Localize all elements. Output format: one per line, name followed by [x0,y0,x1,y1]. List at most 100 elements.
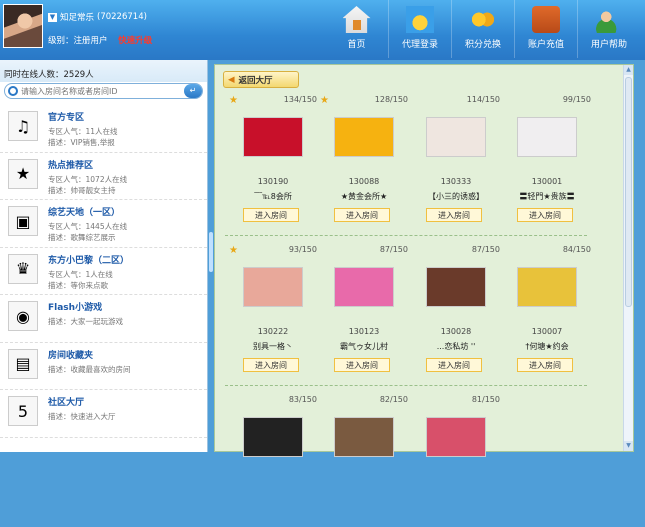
room-thumbnail[interactable] [243,267,303,307]
row-divider [225,235,587,236]
back-arrow-icon: ◀ [228,74,235,85]
room-name: 【小三的诱惑】 [428,192,484,201]
room-occupancy: 82/150 [379,395,408,404]
recommended-star-icon: ★ [229,245,238,256]
zone-title[interactable]: 社区大厅 [48,395,116,408]
room-thumbnail[interactable] [334,417,394,457]
room-id: 130088 [348,177,380,186]
enter-room-button[interactable]: 进入房间 [334,208,390,222]
room-thumbnail[interactable] [334,267,394,307]
nav-home[interactable]: 首页 [325,0,388,58]
zone-item[interactable]: ▣ 综艺天地（一区） 专区人气：1445人在线 描述：歌舞综艺展示 [0,200,207,248]
room-card[interactable]: 87/150 130123 霸气ゥ女儿村 进入房间 [320,245,412,377]
room-search: ↵ [4,83,203,99]
enter-room-button[interactable]: 进入房间 [517,208,573,222]
scrollbar-thumb[interactable] [625,77,632,307]
room-occupancy: 84/150 [562,245,591,254]
level-label: 级别：注册用户 [48,36,108,46]
room-name: 〓轻門★贵族〓 [519,192,575,201]
zone-description: 描述：等你来点歌 [48,280,108,290]
home-icon [342,6,371,33]
zone-info: 专区人气：1人在线 [48,269,113,279]
level-row: 级别：注册用户 快速升级 [48,34,152,46]
room-name: 别具一格丶 [253,342,293,351]
zone-item[interactable]: ▤ 房间收藏夹 描述：收藏最喜欢的房间 [0,343,207,390]
room-card[interactable]: ★ 93/150 130222 别具一格丶 进入房间 [229,245,321,377]
room-card[interactable]: 82/150 [320,395,412,527]
room-id: 130007 [531,327,563,336]
room-id: 130333 [440,177,472,186]
room-thumbnail[interactable] [517,267,577,307]
room-search-input[interactable] [21,86,181,96]
room-thumbnail[interactable] [334,117,394,157]
enter-room-button[interactable]: 进入房间 [426,358,482,372]
search-enter-icon[interactable]: ↵ [184,84,202,98]
vertical-scrollbar[interactable]: ▲ ▼ [623,65,633,451]
zone-info: 描述：收藏最喜欢的房间 [48,364,131,374]
zone-title[interactable]: 房间收藏夹 [48,348,131,361]
room-name: ﹋℡8会所 [254,192,292,201]
folder-icon: ▤ [8,348,38,379]
zone-title[interactable]: 官方专区 [48,110,118,123]
room-thumbnail[interactable] [243,417,303,457]
search-icon [8,86,18,96]
nav-help[interactable]: 用户帮助 [577,0,640,58]
nav-home-label: 首页 [347,40,366,50]
zone-item[interactable]: ◉ Flash小游戏 描述：大家一起玩游戏 [0,295,207,343]
room-thumbnail[interactable] [426,267,486,307]
enter-room-button[interactable]: 进入房间 [334,358,390,372]
username: 知足常乐 [60,13,95,23]
enter-room-button[interactable]: 进入房间 [517,358,573,372]
scroll-up-icon[interactable]: ▲ [624,65,633,75]
nav-help-label: 用户帮助 [590,40,627,50]
nav-agent-login-label: 代理登录 [401,40,438,50]
scroll-down-icon[interactable]: ▼ [624,441,633,451]
zone-item[interactable]: 5 社区大厅 描述：快速进入大厅 [0,390,207,438]
room-card[interactable]: 114/150 130333 【小三的诱惑】 进入房间 [412,95,504,227]
room-card[interactable]: 84/150 130007 †何塘★约会 进入房间 [503,245,595,377]
camera-icon: ▣ [8,206,38,236]
zone-title[interactable]: 热点推荐区 [48,158,127,171]
room-occupancy: 128/150 [374,95,408,104]
enter-room-button[interactable]: 进入房间 [243,208,299,222]
zone-info: 专区人气：11人在线 [48,127,118,136]
nav-recharge[interactable]: 账户充值 [514,0,577,58]
zone-info: 专区人气：1445人在线 [48,222,128,231]
zone-title[interactable]: 东方小巴黎（二区） [48,253,129,266]
room-card[interactable]: ★ 128/150 130088 ★黄金会所★ 进入房间 [320,95,412,227]
coins-icon [469,6,497,33]
room-card[interactable]: 83/150 [229,395,321,527]
zone-title[interactable]: Flash小游戏 [48,300,123,313]
zone-item[interactable]: ♫ 官方专区 专区人气：11人在线 描述：VIP销售,举报 [0,105,207,153]
room-thumbnail[interactable] [426,117,486,157]
room-id: 130123 [348,327,380,336]
quick-upgrade-link[interactable]: 快速升级 [118,36,152,46]
room-thumbnail[interactable] [517,117,577,157]
room-panel: ◀ 返回大厅 ★ 134/150 130190 ﹋℡8会所 进入房间 ★ 128/150 13… [214,64,634,457]
row-divider [225,385,587,386]
room-card[interactable]: 99/150 130001 〓轻門★贵族〓 进入房间 [503,95,595,227]
enter-room-button[interactable]: 进入房间 [426,208,482,222]
user-avatar[interactable] [3,4,43,48]
zone-item[interactable]: ♛ 东方小巴黎（二区） 专区人气：1人在线 描述：等你来点歌 [0,248,207,295]
room-card[interactable]: ★ 134/150 130190 ﹋℡8会所 进入房间 [229,95,321,227]
room-card[interactable]: 81/150 [412,395,504,527]
room-card[interactable]: 87/150 130028 ...恋私坊 '' 进入房间 [412,245,504,377]
zone-item[interactable]: ★ 热点推荐区 专区人气：1072人在线 描述：帅哥靓女主持 [0,153,207,200]
zone-list: ♫ 官方专区 专区人气：11人在线 描述：VIP销售,举报 ★ 热点推荐区 专区人… [0,105,207,438]
nav-points-exchange-label: 积分兑换 [464,40,501,50]
splitter-grip[interactable] [209,232,213,272]
nav-agent-login[interactable]: 代理登录 [388,0,451,58]
back-to-lobby-button[interactable]: ◀ 返回大厅 [223,71,299,88]
sidebar: 同时在线人数：2529人 ↵ ♫ 官方专区 专区人气：11人在线 描述：VIP销… [0,60,208,452]
enter-room-button[interactable]: 进入房间 [243,358,299,372]
room-occupancy: 87/150 [379,245,408,254]
recommended-star-icon: ★ [320,95,329,106]
status-dropdown-icon[interactable]: ▼ [48,12,57,22]
zone-title[interactable]: 综艺天地（一区） [48,205,127,218]
top-hat-icon: ♛ [8,253,38,284]
zone-description: 描述：帅哥靓女主持 [48,185,116,195]
nav-points-exchange[interactable]: 积分兑换 [451,0,514,58]
room-thumbnail[interactable] [243,117,303,157]
room-thumbnail[interactable] [426,417,486,457]
